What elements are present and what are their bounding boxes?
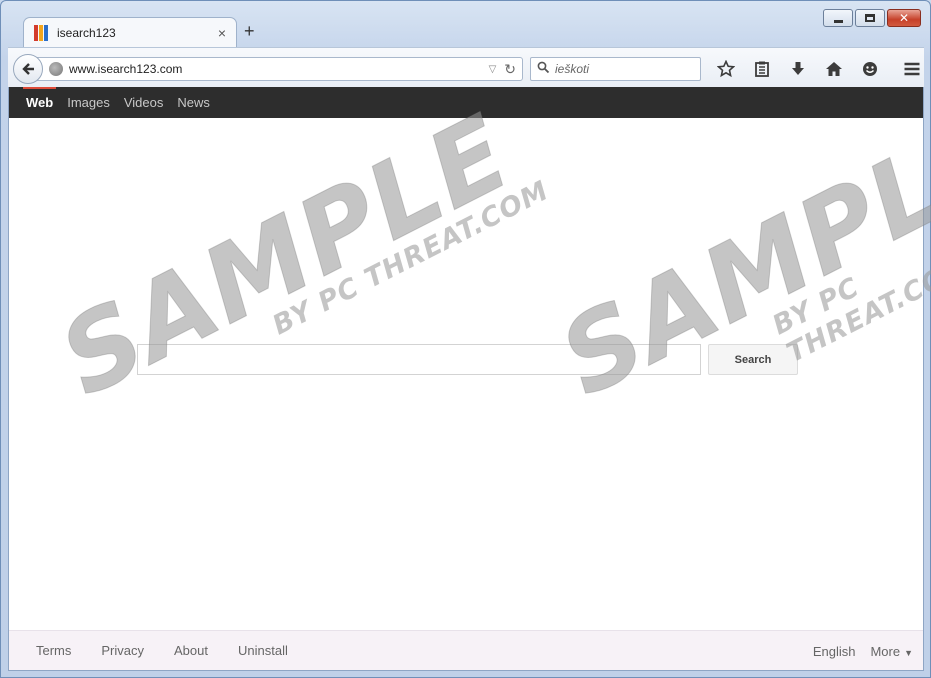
reload-icon[interactable]: ↻ [504, 61, 516, 78]
site-favicon-icon [34, 24, 50, 41]
footer-about-link[interactable]: About [174, 643, 208, 658]
url-bar[interactable]: www.isearch123.com ▽ ↻ [34, 57, 523, 81]
clipboard-icon [755, 61, 769, 77]
search-icon [537, 61, 550, 77]
globe-icon [49, 62, 63, 76]
bookmark-star-button[interactable] [708, 57, 744, 81]
language-link[interactable]: English [813, 644, 856, 659]
close-tab-icon[interactable]: × [218, 25, 226, 41]
close-window-button[interactable]: ✕ [887, 9, 921, 27]
home-icon [826, 62, 842, 76]
footer-uninstall-link[interactable]: Uninstall [238, 643, 288, 658]
page-viewport: Web Images Videos News Search Terms Priv… [8, 87, 924, 671]
minimize-button[interactable] [823, 9, 853, 27]
smiley-chat-icon [863, 62, 877, 76]
search-area: Search [137, 344, 798, 375]
hamburger-menu-icon [904, 62, 920, 76]
download-arrow-icon [792, 62, 804, 75]
back-arrow-icon [22, 63, 34, 75]
star-icon [717, 60, 735, 78]
menu-button[interactable] [894, 57, 930, 81]
maximize-button[interactable] [855, 9, 885, 27]
downloads-button[interactable] [780, 57, 816, 81]
maximize-icon [865, 14, 875, 22]
footer-privacy-link[interactable]: Privacy [101, 643, 144, 658]
hello-button[interactable] [852, 57, 888, 81]
bookmarks-menu-button[interactable] [744, 57, 780, 81]
nav-videos[interactable]: Videos [124, 87, 164, 118]
minimize-icon [833, 19, 843, 23]
home-button[interactable] [816, 57, 852, 81]
search-button[interactable]: Search [708, 344, 798, 375]
tab-title: isearch123 [57, 25, 116, 40]
browser-tab[interactable]: isearch123 × [23, 17, 237, 47]
url-text[interactable]: www.isearch123.com [69, 62, 489, 76]
browser-search-input[interactable] [555, 62, 685, 76]
toolbar-icons [708, 57, 930, 81]
nav-news[interactable]: News [177, 87, 210, 118]
footer: Terms Privacy About Uninstall English Mo… [9, 630, 923, 670]
more-menu[interactable]: More ▼ [870, 644, 913, 659]
nav-images[interactable]: Images [67, 87, 110, 118]
navigation-toolbar: www.isearch123.com ▽ ↻ [8, 47, 924, 87]
browser-search-bar[interactable] [530, 57, 701, 81]
main-search-input[interactable] [137, 344, 701, 375]
back-button[interactable] [13, 54, 43, 84]
footer-terms-link[interactable]: Terms [36, 643, 71, 658]
browser-window: ✕ isearch123 × + www.isearch123.com ▽ ↻ [0, 0, 931, 678]
url-dropdown-icon[interactable]: ▽ [489, 64, 497, 75]
site-navigation: Web Images Videos News [9, 87, 923, 118]
footer-right: English More ▼ [813, 631, 913, 671]
window-controls: ✕ [823, 9, 921, 27]
caret-down-icon: ▼ [904, 647, 913, 658]
new-tab-button[interactable]: + [244, 21, 255, 42]
nav-web[interactable]: Web [22, 87, 57, 118]
more-label: More [870, 643, 901, 659]
